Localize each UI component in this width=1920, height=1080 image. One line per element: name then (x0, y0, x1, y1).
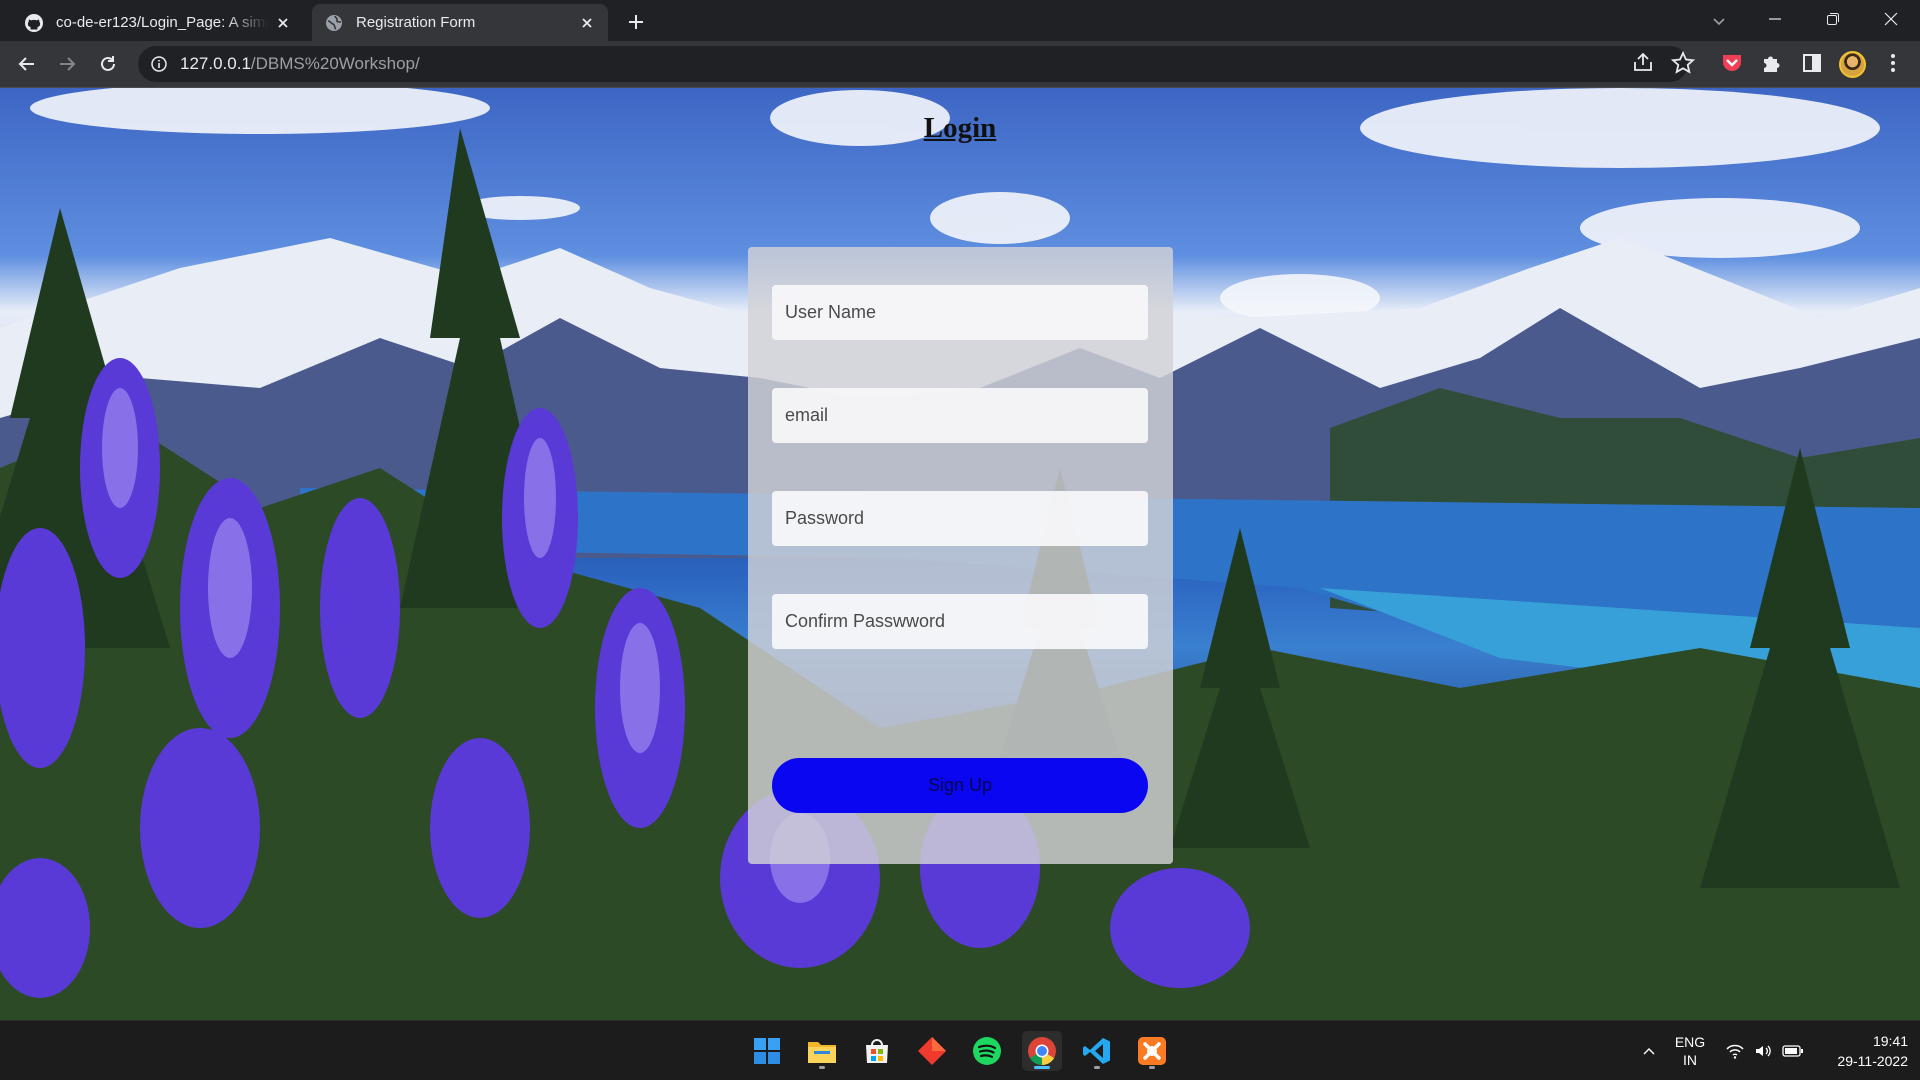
windows-start-icon (754, 1038, 780, 1064)
profile-avatar[interactable] (1839, 51, 1866, 78)
new-tab-icon[interactable] (622, 8, 650, 36)
close-tab-icon[interactable] (578, 14, 596, 32)
tab-registration-form[interactable]: Registration Form (312, 4, 608, 41)
url-path: /DBMS%20Workshop/ (250, 54, 420, 73)
globe-icon (326, 14, 342, 31)
tab-title: co-de-er123/Login_Page: A simple (56, 14, 268, 31)
back-button[interactable] (13, 50, 41, 78)
running-indicator (819, 1066, 825, 1069)
url-text: 127.0.0.1/DBMS%20Workshop/ (180, 54, 420, 74)
running-indicator (1034, 1066, 1050, 1069)
show-hidden-icons-button[interactable] (1636, 1021, 1662, 1080)
forward-button[interactable] (53, 50, 81, 78)
start-button[interactable] (747, 1031, 787, 1071)
confirm-password-input[interactable] (772, 594, 1148, 649)
chevron-up-icon (1643, 1048, 1655, 1055)
clock-time: 19:41 (1872, 1033, 1908, 1049)
tab-github[interactable]: co-de-er123/Login_Page: A simple (12, 4, 304, 41)
running-indicator (1149, 1066, 1155, 1069)
pocket-extension-icon[interactable] (1719, 50, 1745, 76)
minimize-icon (1769, 18, 1781, 20)
browser-toolbar: 127.0.0.1/DBMS%20Workshop/ (0, 41, 1920, 88)
taskbar-xampp[interactable] (1132, 1031, 1172, 1071)
close-tab-icon[interactable] (274, 14, 292, 32)
close-window-button[interactable] (1868, 0, 1914, 38)
address-bar[interactable]: 127.0.0.1/DBMS%20Workshop/ (138, 46, 1688, 82)
sign-up-button[interactable]: Sign Up (772, 758, 1148, 813)
taskbar-spotify[interactable] (967, 1031, 1007, 1071)
file-explorer-icon (808, 1042, 836, 1063)
reload-icon (101, 56, 115, 71)
share-icon[interactable] (1630, 50, 1656, 76)
language-region: IN (1683, 1052, 1697, 1068)
url-host: 127.0.0.1 (180, 54, 251, 73)
taskbar-microsoft-store[interactable] (857, 1031, 897, 1071)
bookmark-star-icon[interactable] (1670, 50, 1696, 76)
github-icon (25, 13, 43, 32)
browser-tab-strip: co-de-er123/Login_Page: A simple Registr… (0, 0, 1920, 41)
clock[interactable]: 19:41 29-11-2022 (1816, 1021, 1908, 1080)
taskbar-red-diamond-app[interactable] (912, 1031, 952, 1071)
windows-taskbar: ENG IN 19:41 29-11-2022 (0, 1020, 1920, 1080)
extensions-puzzle-icon[interactable] (1759, 50, 1785, 76)
language-code: ENG (1674, 1034, 1706, 1050)
microsoft-store-icon (866, 1039, 888, 1063)
info-icon[interactable] (150, 55, 168, 73)
xampp-icon (1138, 1037, 1166, 1065)
email-input[interactable] (772, 388, 1148, 443)
spotify-icon (973, 1037, 1001, 1065)
wifi-icon (1726, 1044, 1744, 1059)
running-indicator (1094, 1066, 1100, 1069)
page-viewport: Login Sign Up (0, 88, 1920, 1020)
restore-icon (1827, 13, 1839, 25)
taskbar-file-explorer[interactable] (802, 1031, 842, 1071)
arrow-right-icon (60, 57, 76, 71)
chrome-icon (1028, 1037, 1056, 1065)
clock-date: 29-11-2022 (1837, 1053, 1908, 1069)
page-title: Login (923, 112, 997, 144)
language-indicator[interactable]: ENG IN (1664, 1021, 1716, 1080)
battery-icon (1782, 1045, 1803, 1057)
reload-button[interactable] (94, 50, 122, 78)
registration-form: Sign Up (748, 247, 1173, 864)
minimize-button[interactable] (1752, 0, 1798, 38)
side-panel-icon[interactable] (1799, 50, 1825, 76)
tab-title: Registration Form (356, 14, 476, 31)
system-status-button[interactable] (1720, 1021, 1810, 1080)
password-input[interactable] (772, 491, 1148, 546)
vscode-icon (1083, 1038, 1110, 1064)
arrow-left-icon (18, 57, 34, 71)
volume-icon (1756, 1045, 1771, 1057)
taskbar-chrome[interactable] (1022, 1031, 1062, 1071)
restore-button[interactable] (1810, 0, 1856, 38)
close-icon (1884, 12, 1898, 26)
chevron-down-icon[interactable] (1708, 10, 1730, 32)
username-input[interactable] (772, 285, 1148, 340)
kebab-menu-icon[interactable] (1880, 50, 1906, 76)
taskbar-vscode[interactable] (1077, 1031, 1117, 1071)
red-diamond-app-icon (918, 1037, 946, 1065)
